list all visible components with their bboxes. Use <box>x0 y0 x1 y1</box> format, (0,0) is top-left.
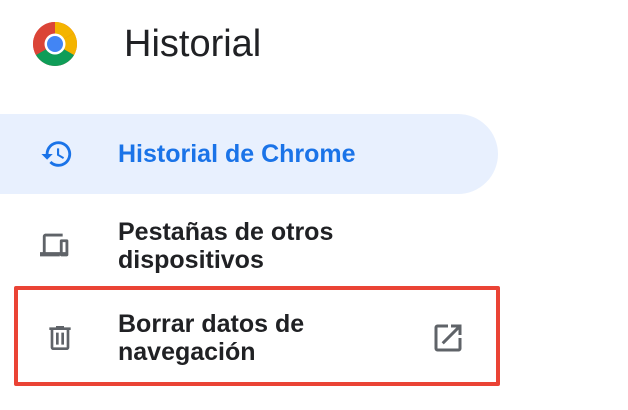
sidebar-item-chrome-history[interactable]: Historial de Chrome <box>0 114 498 194</box>
chrome-logo-icon <box>33 22 77 66</box>
sidebar-item-clear-browsing-data[interactable]: Borrar datos de navegación <box>14 286 500 386</box>
open-in-new-icon <box>434 324 462 352</box>
sidebar-item-other-devices-tabs[interactable]: Pestañas de otros dispositivos <box>0 210 498 282</box>
header: Historial <box>0 0 628 90</box>
sidebar-item-label: Pestañas de otros dispositivos <box>118 218 334 274</box>
page-title: Historial <box>124 23 262 65</box>
devices-icon <box>40 233 69 257</box>
trash-icon <box>49 326 71 350</box>
sidebar-item-label: Historial de Chrome <box>118 140 356 168</box>
history-icon <box>41 141 72 167</box>
sidebar-item-label: Borrar datos de navegación <box>118 310 305 366</box>
